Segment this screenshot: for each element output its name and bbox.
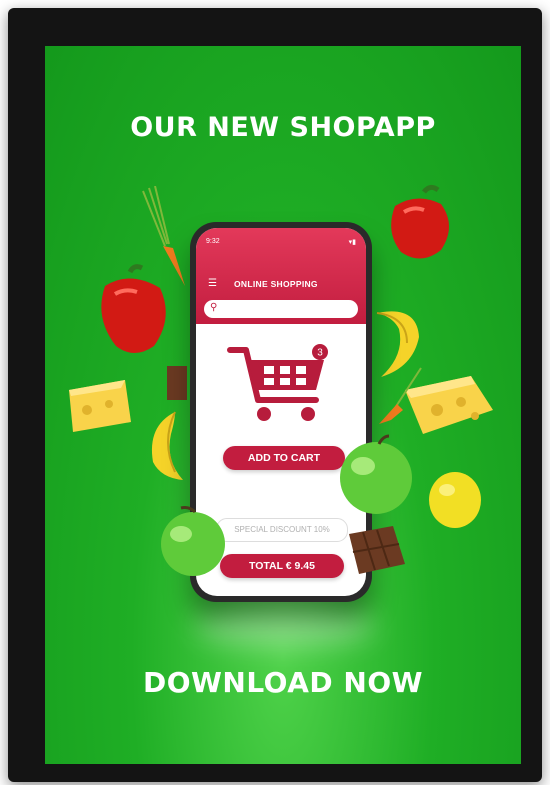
green-apple-image-left <box>161 506 225 576</box>
phone-shadow-glow <box>195 606 375 646</box>
carrot-image-right <box>379 367 422 424</box>
poster-frame: OUR NEW SHOPAPP 9:32 ▾▮ ☰ ONLINE SHOPPIN… <box>8 8 542 782</box>
special-discount-field: SPECIAL DISCOUNT 10% <box>216 518 348 542</box>
menu-icon[interactable]: ☰ <box>208 278 217 289</box>
search-input[interactable]: ⚲ <box>204 300 358 318</box>
red-pepper-image-right <box>391 184 449 259</box>
chocolate-bar-image <box>349 526 405 574</box>
app-header: 9:32 ▾▮ ☰ ONLINE SHOPPING ⚲ <box>196 228 366 324</box>
cart-count-badge: 3 <box>317 348 323 359</box>
chocolate-piece-left <box>167 366 187 400</box>
lemon-image <box>429 472 481 528</box>
signal-icon: ▾▮ <box>348 239 356 246</box>
download-now-label[interactable]: DOWNLOAD NOW <box>45 666 521 699</box>
poster: OUR NEW SHOPAPP 9:32 ▾▮ ☰ ONLINE SHOPPIN… <box>45 46 521 764</box>
add-to-cart-button[interactable]: ADD TO CART <box>223 446 345 470</box>
total-button[interactable]: TOTAL € 9.45 <box>220 554 344 578</box>
cheese-image-left <box>69 380 131 432</box>
app-title: ONLINE SHOPPING <box>234 279 318 289</box>
search-icon: ⚲ <box>210 302 218 313</box>
status-time: 9:32 <box>206 238 220 245</box>
red-pepper-image-left <box>101 264 166 353</box>
bananas-image-left <box>151 411 183 480</box>
green-apple-image-right <box>340 434 412 514</box>
shopping-cart-icon: 3 <box>227 344 328 421</box>
poster-title: OUR NEW SHOPAPP <box>130 112 436 143</box>
